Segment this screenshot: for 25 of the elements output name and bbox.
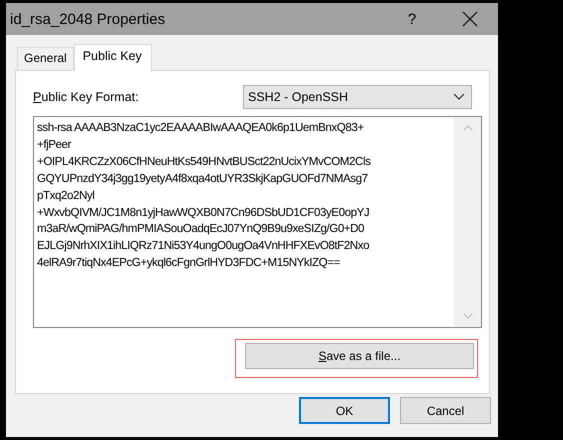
chevron-down-icon [453, 93, 465, 101]
help-button[interactable]: ? [402, 10, 422, 28]
scroll-up-icon[interactable] [462, 125, 472, 131]
key-text-line: ssh-rsa AAAAB3NzaC1yc2EAAAABIwAAAQEA0k6p1UemBnxQ83+ [37, 120, 365, 136]
key-text-line: 4elRA9r7tiqNx4EPcG+ykql6cFgnGrlHYD3FDC+M15NYkIZQ== [37, 255, 341, 272]
window-title: id_rsa_2048 Properties [10, 10, 166, 28]
format-dropdown[interactable]: SSH2 - OpenSSH [243, 85, 472, 109]
key-text-line: pTxq2o2Nyl [37, 188, 96, 204]
scrollbar[interactable] [454, 117, 481, 327]
key-text-line: GQYUPnzdY34j3gg19yetyA4f8xqa4otUYR3SkjKapGUOFd7NMAsg7 [37, 170, 369, 187]
dialog-button[interactable]: Cancel [400, 397, 491, 424]
field-label: Public Key Format: [33, 90, 139, 104]
key-text-line: m3aR/wQmiPAG/hmPMIASouOadqEcJ07YnQ9B9u9xeSIZg/G0+D0 [37, 221, 366, 238]
close-icon[interactable] [462, 11, 478, 27]
scroll-down-icon[interactable] [462, 313, 472, 319]
key-text-line: +fjPeer [37, 136, 72, 153]
dialog-button[interactable]: OK [299, 397, 390, 424]
key-text-line: +OIPL4KRCZzX06CfHNeuHtKs549HNvtBUSct22nUcixYMvCOM2Cls [37, 154, 372, 170]
key-text-line: +WxvbQIVM/JC1M8n1yjHawWQXB0N7Cn96DSbUD1CF03yE0opYJ [37, 204, 370, 221]
tab[interactable]: General [17, 47, 74, 70]
tab[interactable]: Public Key [74, 44, 152, 71]
dropdown-value: SSH2 - OpenSSH [248, 90, 350, 104]
key-text-area[interactable] [33, 116, 482, 328]
key-text-line: EJLGj9NrhXIX1ihLIQRz71Ni53Y4ungO0ugOa4VnHHFXEvO8tF2Nxo [37, 238, 370, 254]
save-file-button[interactable]: Save as a file... [245, 343, 474, 369]
